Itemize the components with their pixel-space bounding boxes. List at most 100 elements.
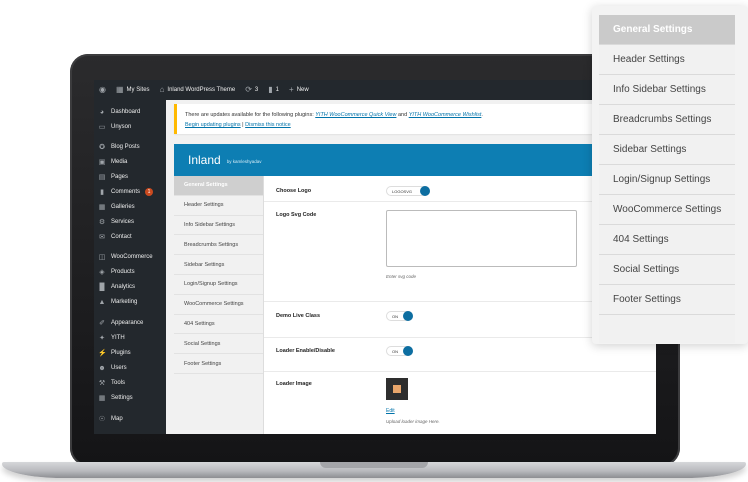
demo-live-label: Demo Live Class	[276, 313, 321, 319]
woocommerce-icon: ◫	[98, 253, 106, 261]
zoom-tab-general-settings[interactable]: General Settings	[599, 15, 735, 45]
products-icon: ◈	[99, 268, 105, 276]
menu-item-blog-posts[interactable]: ✪ Blog Posts	[94, 140, 166, 154]
menu-item-settings[interactable]: ▦ Settings	[94, 391, 166, 405]
menu-item-users[interactable]: ☻ Users	[94, 361, 166, 375]
menu-item-label: Map	[111, 416, 123, 422]
zoom-tab-info-sidebar-settings[interactable]: Info Sidebar Settings	[599, 75, 735, 105]
menu-item-plugins[interactable]: ⚡ Plugins	[94, 346, 166, 360]
zoom-tab-404-settings[interactable]: 404 Settings	[599, 225, 735, 255]
menu-item-comments[interactable]: ▮ Comments 1	[94, 185, 166, 199]
zoom-tab-login-signup-settings[interactable]: Login/Signup Settings	[599, 165, 735, 195]
begin-updating-link[interactable]: Begin updating plugins	[185, 122, 241, 128]
menu-item-label: WooCommerce	[111, 254, 153, 260]
loader-image-thumbnail[interactable]	[386, 378, 408, 400]
menu-item-yith[interactable]: ✦ YITH	[94, 331, 166, 345]
notice-text: There are updates available for the foll…	[185, 112, 316, 118]
users-icon: ☻	[98, 364, 106, 372]
tab-header-settings[interactable]: Header Settings	[174, 196, 263, 216]
zoom-tab-breadcrumbs-settings[interactable]: Breadcrumbs Settings	[599, 105, 735, 135]
yith-icon: ✦	[99, 334, 105, 342]
toggle-knob	[403, 346, 413, 356]
zoom-tab-header-settings[interactable]: Header Settings	[599, 45, 735, 75]
new-label: New	[296, 87, 309, 93]
theme-brand: Inland	[188, 153, 221, 167]
media-icon: ▣	[98, 158, 106, 166]
site-name-button[interactable]: ⌂ Inland WordPress Theme	[155, 80, 241, 100]
logo-svg-textarea[interactable]	[386, 210, 577, 267]
tab-social-settings[interactable]: Social Settings	[174, 334, 263, 355]
menu-item-products[interactable]: ◈ Products	[94, 265, 166, 279]
tab-404-settings[interactable]: 404 Settings	[174, 315, 263, 335]
demo-live-toggle[interactable]: ON	[386, 311, 413, 321]
tools-icon: ⚒	[98, 379, 106, 387]
dashboard-icon: ◕	[99, 108, 105, 116]
theme-byline: by kamleshyadav	[226, 159, 262, 164]
notice-actions: Begin updating plugins | Dismiss this no…	[185, 120, 652, 130]
theme-options-header: Inland by kamleshyadav	[174, 144, 656, 176]
tab-woocommerce-settings[interactable]: WooCommerce Settings	[174, 295, 263, 315]
choose-logo-label: Choose Logo	[276, 188, 312, 194]
menu-item-label: Plugins	[111, 350, 131, 356]
new-content-button[interactable]: + New	[284, 80, 314, 100]
menu-item-dashboard[interactable]: ◕ Dashboard	[94, 105, 166, 119]
menu-item-label: Services	[111, 219, 135, 225]
menu-item-services[interactable]: ⚙ Services	[94, 215, 166, 229]
menu-item-analytics[interactable]: █ Analytics	[94, 280, 166, 294]
comments-icon: ▮	[100, 188, 104, 196]
tab-breadcrumbs-settings[interactable]: Breadcrumbs Settings	[174, 235, 263, 256]
menu-item-map[interactable]: ☉ Map	[94, 412, 166, 426]
tab-info-sidebar-settings[interactable]: Info Sidebar Settings	[174, 216, 263, 236]
updates-button[interactable]: ⟳ 3	[240, 80, 263, 100]
notice-message: There are updates available for the foll…	[185, 110, 652, 120]
zoom-tab-sidebar-settings[interactable]: Sidebar Settings	[599, 135, 735, 165]
menu-item-label: Contact	[111, 234, 132, 240]
zoomed-settings-menu: General Settings Header Settings Info Si…	[599, 15, 735, 343]
menu-item-label: YITH	[111, 335, 125, 341]
menu-item-tools[interactable]: ⚒ Tools	[94, 376, 166, 390]
menu-item-contact[interactable]: ✉ Contact	[94, 230, 166, 244]
gallery-icon: ▦	[98, 203, 106, 211]
loader-enable-toggle[interactable]: ON	[386, 346, 413, 356]
loader-edit-link[interactable]: Edit	[386, 408, 395, 414]
analytics-icon: █	[99, 283, 105, 291]
tab-footer-settings[interactable]: Footer Settings	[174, 354, 263, 374]
site-name-label: Inland WordPress Theme	[167, 87, 236, 93]
tab-login-signup-settings[interactable]: Login/Signup Settings	[174, 275, 263, 295]
contact-icon: ✉	[99, 233, 105, 241]
plus-icon: +	[289, 85, 294, 94]
zoom-tab-social-settings[interactable]: Social Settings	[599, 255, 735, 285]
menu-item-marketing[interactable]: ▲ Marketing	[94, 295, 166, 309]
menu-item-label: Galleries	[111, 204, 135, 210]
laptop-notch	[320, 462, 428, 468]
menu-item-woocommerce[interactable]: ◫ WooCommerce	[94, 250, 166, 264]
zoom-tab-woocommerce-settings[interactable]: WooCommerce Settings	[599, 195, 735, 225]
menu-item-label: Users	[111, 365, 127, 371]
tab-general-settings[interactable]: General Settings	[174, 176, 263, 196]
plugin-link-wishlist[interactable]: YITH WooCommerce Wishlist	[409, 112, 482, 118]
menu-item-label: Settings	[111, 395, 133, 401]
sites-icon: ▦	[115, 85, 124, 94]
toggle-knob	[403, 311, 413, 321]
menu-item-label: Marketing	[111, 299, 138, 305]
choose-logo-toggle[interactable]: LOGOSVG	[386, 186, 430, 196]
menu-item-unyson[interactable]: ▭ Unyson	[94, 120, 166, 134]
menu-item-pages[interactable]: ▤ Pages	[94, 170, 166, 184]
zoom-tab-footer-settings[interactable]: Footer Settings	[599, 285, 735, 315]
wordpress-logo-button[interactable]: ◉	[94, 80, 111, 100]
notice-text-and: and	[396, 112, 409, 118]
menu-item-label: Products	[111, 269, 135, 275]
comments-button[interactable]: ▮ 1	[263, 80, 284, 100]
logo-svg-help: Enter svg code	[386, 274, 417, 279]
menu-item-appearance[interactable]: ✐ Appearance	[94, 316, 166, 330]
admin-sidebar: ◕ Dashboard ▭ Unyson ✪ Blog Posts ▣ Medi…	[94, 100, 166, 434]
wordpress-icon: ◉	[99, 85, 106, 94]
menu-item-media[interactable]: ▣ Media	[94, 155, 166, 169]
loader-image-help: Upload loader image Here.	[386, 419, 440, 424]
tab-sidebar-settings[interactable]: Sidebar Settings	[174, 255, 263, 275]
plugin-link-quick-view[interactable]: YITH WooCommerce Quick View	[315, 112, 396, 118]
dismiss-notice-link[interactable]: Dismiss this notice	[245, 122, 291, 128]
menu-item-galleries[interactable]: ▦ Galleries	[94, 200, 166, 214]
updates-count: 3	[254, 87, 259, 93]
my-sites-button[interactable]: ▦ My Sites	[111, 80, 155, 100]
